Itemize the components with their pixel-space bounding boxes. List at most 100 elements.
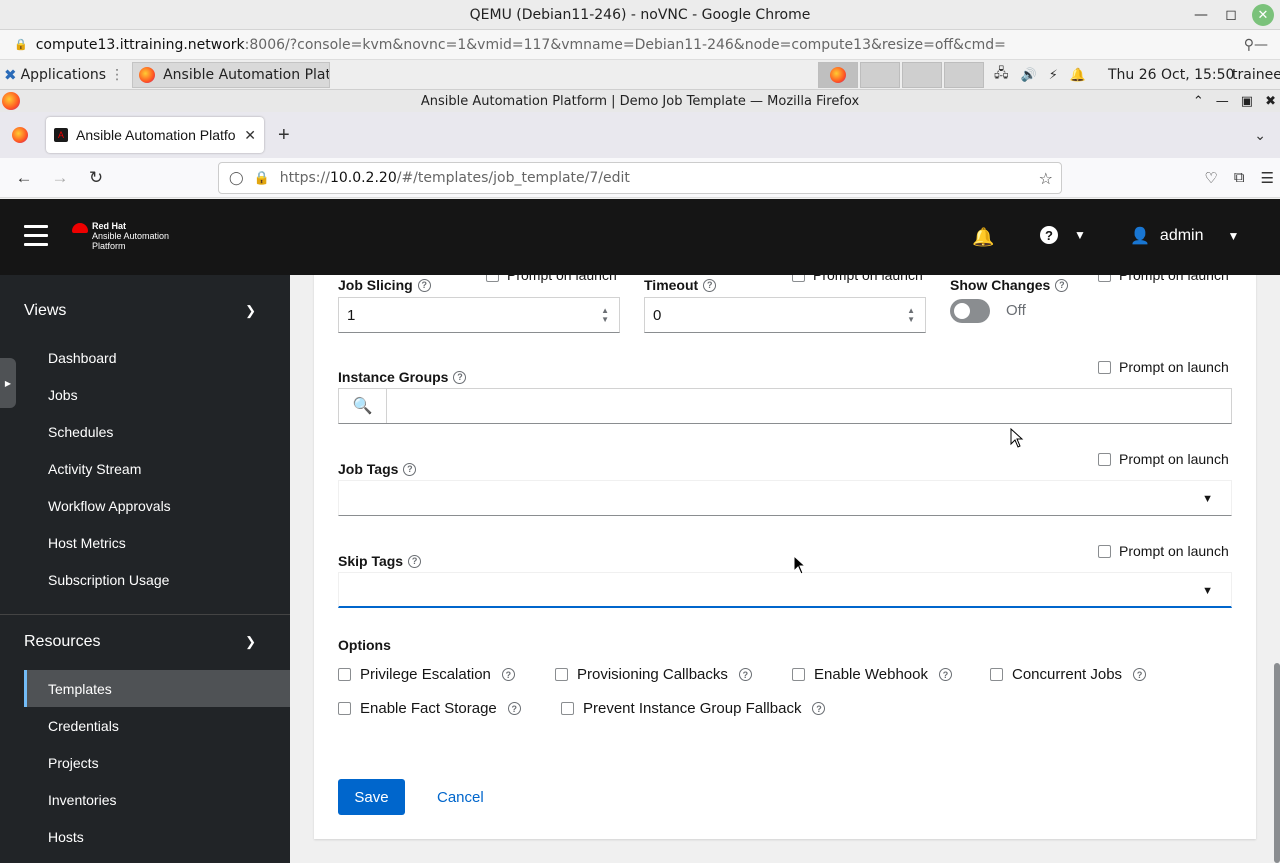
sidebar-item-inventories[interactable]: Inventories xyxy=(0,781,290,818)
option-privilege-escalation[interactable]: Privilege Escalation ? xyxy=(338,666,515,683)
help-icon[interactable]: ? xyxy=(1055,278,1069,292)
maximize-icon[interactable]: ◻ xyxy=(1216,0,1246,30)
workspace-switcher[interactable] xyxy=(818,62,984,88)
help-dropdown[interactable]: ? ▼ xyxy=(1040,226,1086,244)
taskbar-firefox-task[interactable]: Ansible Automation Plat... xyxy=(132,61,331,88)
help-icon[interactable]: ? xyxy=(403,462,417,476)
session-user[interactable]: trainee xyxy=(1232,60,1280,90)
checkbox[interactable] xyxy=(486,275,499,282)
minimize-icon[interactable]: — xyxy=(1186,0,1216,30)
clock[interactable]: Thu 26 Oct, 15:50 xyxy=(1108,60,1234,90)
workspace-1[interactable] xyxy=(818,62,858,88)
nav-group-resources[interactable]: Resources ❯ xyxy=(0,624,290,660)
workspace-2[interactable] xyxy=(860,62,900,88)
checkbox[interactable] xyxy=(1098,544,1111,558)
battery-icon[interactable]: ⚡ xyxy=(1049,68,1058,83)
checkbox[interactable] xyxy=(1098,275,1111,282)
sidebar-item-host-metrics[interactable]: Host Metrics xyxy=(0,524,290,561)
maximize-icon[interactable]: ▣ xyxy=(1241,94,1253,109)
help-icon[interactable]: ? xyxy=(453,370,467,384)
chrome-address-bar[interactable]: 🔒 compute13.ittraining.network:8006/?con… xyxy=(0,30,1280,60)
sidebar-item-hosts[interactable]: Hosts xyxy=(0,818,290,855)
timeout-prompt-checkbox[interactable]: Prompt on launch xyxy=(792,275,923,283)
sidebar-item-jobs[interactable]: Jobs xyxy=(0,376,290,413)
back-arrow-icon[interactable]: ← xyxy=(6,160,42,196)
checkbox[interactable] xyxy=(1098,452,1111,466)
cancel-button[interactable]: Cancel xyxy=(437,779,484,815)
volume-icon[interactable]: 🔊 xyxy=(1021,68,1037,83)
sidebar-toggle-handle[interactable]: ▶ xyxy=(0,358,16,408)
hamburger-menu-icon[interactable] xyxy=(24,225,48,247)
url-bar[interactable]: ◯ 🔒 https://10.0.2.20/#/templates/job_te… xyxy=(218,162,1062,194)
network-icon[interactable]: 🖧 xyxy=(994,64,1009,86)
key-icon[interactable]: ⚲— xyxy=(1244,37,1268,53)
help-icon[interactable]: ? xyxy=(938,668,952,681)
help-icon[interactable]: ? xyxy=(1133,668,1147,681)
browser-tab-active[interactable]: A Ansible Automation Platfo ✕ xyxy=(46,117,264,153)
help-icon[interactable]: ? xyxy=(738,668,752,681)
sidebar-item-workflow-approvals[interactable]: Workflow Approvals xyxy=(0,487,290,524)
close-icon[interactable]: ✕ xyxy=(1252,4,1274,26)
workspace-3[interactable] xyxy=(902,62,942,88)
pocket-icon[interactable]: ♡ xyxy=(1204,169,1217,187)
checkbox[interactable] xyxy=(990,668,1003,681)
job-tags-select[interactable]: ▼ xyxy=(338,480,1232,516)
show-changes-toggle[interactable] xyxy=(950,299,990,323)
instance-groups-prompt-checkbox[interactable]: Prompt on launch xyxy=(1098,359,1229,375)
reload-icon[interactable]: ↻ xyxy=(78,160,114,196)
user-dropdown[interactable]: 👤 admin ▼ xyxy=(1130,226,1239,246)
forward-arrow-icon[interactable]: → xyxy=(42,160,78,196)
brand-logo[interactable]: Red Hat Ansible Automation Platform xyxy=(72,221,169,251)
minimize-icon[interactable]: — xyxy=(1216,94,1229,109)
notifications-bell-icon[interactable]: 🔔 xyxy=(972,227,994,248)
checkbox[interactable] xyxy=(555,668,568,681)
app-menu-icon[interactable]: ☰ xyxy=(1261,169,1274,187)
bookmark-star-icon[interactable]: ☆ xyxy=(1039,169,1053,188)
close-icon[interactable]: ✖ xyxy=(1265,94,1276,109)
sidebar-item-credentials[interactable]: Credentials xyxy=(0,707,290,744)
sidebar-item-schedules[interactable]: Schedules xyxy=(0,413,290,450)
spinner-icon[interactable]: ▲ ▼ xyxy=(601,306,609,324)
list-all-tabs-icon[interactable]: ⌄ xyxy=(1254,127,1266,144)
sidebar-item-templates[interactable]: Templates xyxy=(24,670,290,707)
applications-menu[interactable]: ✖ Applications ⋮ xyxy=(0,66,124,84)
search-icon[interactable]: 🔍 xyxy=(339,389,387,423)
help-icon[interactable]: ? xyxy=(812,702,826,715)
checkbox[interactable] xyxy=(1098,360,1111,374)
checkbox[interactable] xyxy=(338,702,351,715)
shade-icon[interactable]: ⌃ xyxy=(1193,94,1204,109)
tab-close-icon[interactable]: ✕ xyxy=(244,127,256,144)
workspace-4[interactable] xyxy=(944,62,984,88)
option-provisioning-callbacks[interactable]: Provisioning Callbacks ? xyxy=(555,666,752,683)
help-icon[interactable]: ? xyxy=(408,554,422,568)
checkbox[interactable] xyxy=(792,668,805,681)
sidebar-item-activity-stream[interactable]: Activity Stream xyxy=(0,450,290,487)
sidebar-item-dashboard[interactable]: Dashboard xyxy=(0,339,290,376)
save-button[interactable]: Save xyxy=(338,779,405,815)
job-slicing-input[interactable]: 1 ▲ ▼ xyxy=(338,297,620,333)
option-enable-webhook[interactable]: Enable Webhook ? xyxy=(792,666,952,683)
timeout-input[interactable]: 0 ▲ ▼ xyxy=(644,297,926,333)
checkbox[interactable] xyxy=(561,702,574,715)
new-tab-icon[interactable]: + xyxy=(278,124,290,147)
sidebar-item-projects[interactable]: Projects xyxy=(0,744,290,781)
option-concurrent-jobs[interactable]: Concurrent Jobs ? xyxy=(990,666,1147,683)
show-changes-prompt-checkbox[interactable]: Prompt on launch xyxy=(1098,275,1229,283)
sidebar-item-subscription-usage[interactable]: Subscription Usage xyxy=(0,561,290,598)
option-enable-fact-storage[interactable]: Enable Fact Storage ? xyxy=(338,700,521,717)
job-slicing-prompt-checkbox[interactable]: Prompt on launch xyxy=(486,275,617,283)
help-icon[interactable]: ? xyxy=(703,278,717,292)
job-tags-prompt-checkbox[interactable]: Prompt on launch xyxy=(1098,451,1229,467)
instance-groups-lookup[interactable]: 🔍 xyxy=(338,388,1232,424)
option-prevent-instance-group-fallback[interactable]: Prevent Instance Group Fallback ? xyxy=(561,700,826,717)
notification-bell-icon[interactable]: 🔔 xyxy=(1070,68,1086,83)
main-scrollbar[interactable] xyxy=(1274,663,1280,863)
help-icon[interactable]: ? xyxy=(507,702,521,715)
nav-group-views[interactable]: Views ❯ xyxy=(0,293,290,329)
spinner-icon[interactable]: ▲ ▼ xyxy=(907,306,915,324)
skip-tags-prompt-checkbox[interactable]: Prompt on launch xyxy=(1098,543,1229,559)
help-icon[interactable]: ? xyxy=(501,668,515,681)
extensions-icon[interactable]: ⧉ xyxy=(1234,169,1245,187)
checkbox[interactable] xyxy=(338,668,351,681)
firefox-view-button[interactable] xyxy=(0,127,40,143)
